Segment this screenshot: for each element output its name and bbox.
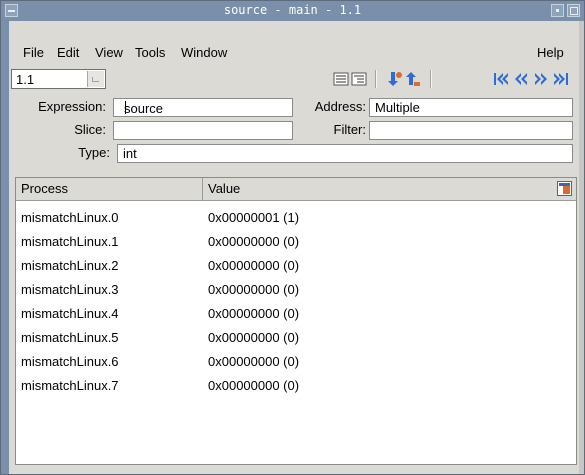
toolbar-separator bbox=[430, 70, 432, 88]
maximize-button[interactable] bbox=[567, 4, 580, 17]
table-row[interactable]: mismatchLinux.6 0x00000000 (0) bbox=[16, 351, 576, 375]
table-header: Process Value bbox=[16, 178, 576, 201]
address-field[interactable]: Multiple bbox=[369, 98, 573, 117]
slice-field[interactable] bbox=[113, 121, 293, 140]
process-value-table: Process Value mismatchLinux.0 0x00000001… bbox=[15, 177, 577, 465]
next-icon[interactable] bbox=[533, 71, 549, 87]
window-frame-left bbox=[1, 21, 9, 474]
value-cell: 0x00000000 (0) bbox=[208, 378, 300, 393]
list-indent-icon[interactable] bbox=[351, 71, 367, 87]
expression-value: source bbox=[124, 101, 164, 116]
process-cell: mismatchLinux.4 bbox=[21, 306, 119, 321]
previous-icon[interactable] bbox=[513, 71, 529, 87]
process-cell: mismatchLinux.3 bbox=[21, 282, 119, 297]
value-cell: 0x00000000 (0) bbox=[208, 258, 300, 273]
value-cell: 0x00000000 (0) bbox=[208, 282, 300, 297]
toolbar-separator bbox=[375, 70, 377, 88]
column-header-value[interactable]: Value bbox=[208, 181, 240, 196]
text-cursor bbox=[125, 101, 126, 114]
window-title: source - main - 1.1 bbox=[223, 3, 362, 17]
process-cell: mismatchLinux.7 bbox=[21, 378, 119, 393]
list-icon[interactable] bbox=[333, 71, 349, 87]
table-row[interactable]: mismatchLinux.5 0x00000000 (0) bbox=[16, 327, 576, 351]
column-divider[interactable] bbox=[202, 178, 203, 200]
table-row[interactable]: mismatchLinux.1 0x00000000 (0) bbox=[16, 231, 576, 255]
menu-bar: File Edit View Tools Window Help bbox=[9, 43, 579, 65]
chevron-down-icon[interactable] bbox=[87, 71, 104, 87]
column-header-process[interactable]: Process bbox=[21, 181, 68, 196]
menu-window[interactable]: Window bbox=[181, 45, 227, 60]
value-cell: 0x00000000 (0) bbox=[208, 330, 300, 345]
table-row[interactable]: mismatchLinux.4 0x00000000 (0) bbox=[16, 303, 576, 327]
menu-edit[interactable]: Edit bbox=[57, 45, 79, 60]
process-cell: mismatchLinux.2 bbox=[21, 258, 119, 273]
title-bar[interactable]: source - main - 1.1 bbox=[1, 1, 584, 21]
expression-label: Expression: bbox=[38, 99, 106, 114]
filter-field[interactable] bbox=[369, 121, 573, 140]
table-row[interactable]: mismatchLinux.0 0x00000001 (1) bbox=[16, 207, 576, 231]
table-row[interactable]: mismatchLinux.2 0x00000000 (0) bbox=[16, 255, 576, 279]
type-label: Type: bbox=[78, 145, 110, 160]
dive-icon[interactable] bbox=[387, 71, 403, 87]
window-frame-right bbox=[579, 21, 584, 474]
filter-label: Filter: bbox=[333, 122, 367, 137]
menu-file[interactable]: File bbox=[23, 45, 44, 60]
table-row[interactable]: mismatchLinux.7 0x00000000 (0) bbox=[16, 375, 576, 399]
up-icon[interactable] bbox=[405, 71, 421, 87]
type-field[interactable]: int bbox=[117, 144, 573, 163]
type-value: int bbox=[123, 146, 137, 161]
columns-config-icon[interactable] bbox=[557, 181, 572, 196]
value-cell: 0x00000001 (1) bbox=[208, 210, 300, 225]
slice-label: Slice: bbox=[74, 122, 106, 137]
menu-help[interactable]: Help bbox=[537, 45, 564, 60]
process-cell: mismatchLinux.1 bbox=[21, 234, 119, 249]
value-cell: 0x00000000 (0) bbox=[208, 306, 300, 321]
menu-tools[interactable]: Tools bbox=[135, 45, 165, 60]
menu-view[interactable]: View bbox=[95, 45, 123, 60]
first-icon[interactable] bbox=[493, 71, 509, 87]
process-cell: mismatchLinux.6 bbox=[21, 354, 119, 369]
address-label: Address: bbox=[314, 99, 366, 114]
table-row[interactable]: mismatchLinux.3 0x00000000 (0) bbox=[16, 279, 576, 303]
value-cell: 0x00000000 (0) bbox=[208, 234, 300, 249]
value-cell: 0x00000000 (0) bbox=[208, 354, 300, 369]
process-cell: mismatchLinux.5 bbox=[21, 330, 119, 345]
last-icon[interactable] bbox=[553, 71, 569, 87]
toolbar: 1.1 bbox=[9, 67, 579, 93]
expression-form: Expression: source Address: Multiple Sli… bbox=[9, 96, 579, 176]
main-window: source - main - 1.1 File Edit View Tools… bbox=[0, 0, 585, 475]
process-cell: mismatchLinux.0 bbox=[21, 210, 119, 225]
thread-selector-value: 1.1 bbox=[16, 72, 35, 87]
minimize-button[interactable] bbox=[551, 4, 564, 17]
thread-selector[interactable]: 1.1 bbox=[11, 69, 106, 89]
address-value: Multiple bbox=[375, 100, 420, 115]
expression-field[interactable]: source bbox=[113, 98, 293, 117]
